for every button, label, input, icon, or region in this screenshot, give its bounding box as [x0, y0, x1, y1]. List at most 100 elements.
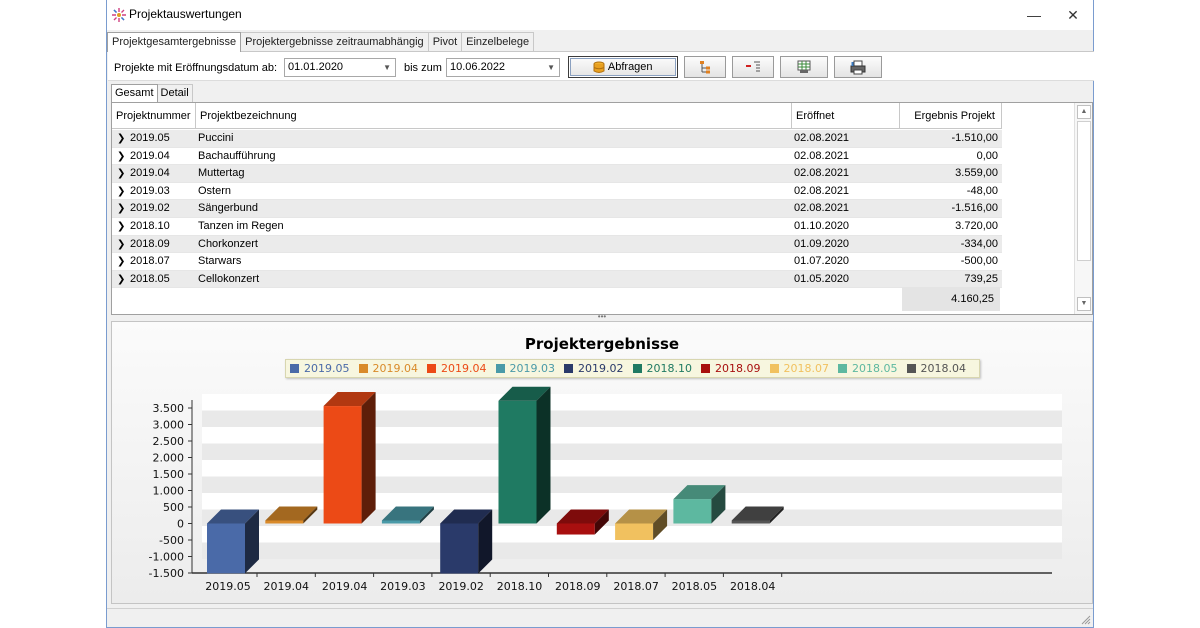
bar-2019.04-side: [361, 392, 376, 524]
print-button[interactable]: [834, 56, 882, 78]
legend-label: 2019.04: [441, 362, 487, 375]
expand-row-chevron-icon[interactable]: ❯: [117, 271, 125, 288]
cell-ergebnis: -334,00: [960, 237, 998, 250]
table-row[interactable]: ❯ 2019.02 Sängerbund 02.08.2021 -1.516,00: [112, 200, 1002, 218]
abfragen-button[interactable]: Abfragen: [568, 56, 678, 78]
to-date-picker[interactable]: 10.06.2022 ▼: [446, 58, 560, 77]
filter-toolbar: Projekte mit Eröffnungsdatum ab: 01.01.2…: [108, 51, 1094, 81]
expand-row-chevron-icon[interactable]: ❯: [117, 165, 125, 182]
tab-projektergebnisse-zeitraum[interactable]: Projektergebnisse zeitraumabhängig: [240, 32, 429, 51]
subtab-detail[interactable]: Detail: [156, 84, 193, 102]
cell-eroeffnet: 01.07.2020: [794, 255, 850, 268]
chart-title: Projektergebnisse: [524, 335, 680, 353]
table-row[interactable]: ❯ 2018.10 Tanzen im Regen 01.10.2020 3.720,0…: [112, 218, 1002, 236]
main-tabs: Projektgesamtergebnisse Projektergebniss…: [107, 32, 535, 52]
column-header-eroeffnet[interactable]: Eröffnet: [792, 103, 900, 129]
tab-projektgesamtergebnisse[interactable]: Projektgesamtergebnisse: [107, 32, 242, 52]
scroll-up-icon[interactable]: ▲: [1077, 105, 1091, 119]
expand-row-chevron-icon[interactable]: ❯: [117, 218, 125, 235]
chevron-down-icon[interactable]: ▼: [547, 59, 555, 76]
x-tick-label: 2019.04: [264, 580, 310, 593]
results-grid[interactable]: Projektnummer Projektbezeichnung Eröffne…: [111, 102, 1093, 315]
cell-projektnummer: 2019.04: [130, 149, 170, 162]
cell-projektnummer: 2018.07: [130, 255, 170, 268]
table-row[interactable]: ❯ 2019.05 Puccini 02.08.2021 -1.510,00: [112, 130, 1002, 148]
cell-projektbezeichnung: Muttertag: [198, 167, 245, 180]
legend-item: 2018.05: [838, 362, 898, 375]
column-header-projektbezeichnung[interactable]: Projektbezeichnung: [196, 103, 792, 129]
from-date-value: 01.01.2020: [288, 61, 344, 73]
table-row[interactable]: ❯ 2018.05 Cellokonzert 01.05.2020 739,25: [112, 270, 1002, 289]
legend-label: 2018.09: [715, 362, 761, 375]
expand-row-chevron-icon[interactable]: ❯: [117, 253, 125, 270]
total-sum: 4.160,25: [902, 287, 1000, 311]
from-date-label: Projekte mit Eröffnungsdatum ab:: [114, 62, 278, 74]
table-row[interactable]: ❯ 2018.09 Chorkonzert 01.09.2020 -334,00: [112, 235, 1002, 254]
grid-band: [202, 542, 1062, 559]
expand-row-chevron-icon[interactable]: ❯: [117, 183, 125, 200]
cell-projektnummer: 2018.05: [130, 272, 170, 285]
vertical-scrollbar[interactable]: ▲ ▼: [1074, 103, 1092, 314]
cell-ergebnis: 3.559,00: [955, 167, 998, 180]
y-tick-label: 500: [163, 501, 184, 514]
legend-swatch: [838, 364, 847, 373]
cell-projektnummer: 2019.02: [130, 202, 170, 215]
expand-all-button[interactable]: [684, 56, 726, 78]
legend-label: 2018.10: [646, 362, 693, 375]
legend-label: 2019.02: [578, 362, 624, 375]
table-row[interactable]: ❯ 2018.07 Starwars 01.07.2020 -500,00: [112, 253, 1002, 271]
table-row[interactable]: ❯ 2019.04 Muttertag 02.08.2021 3.559,00: [112, 165, 1002, 183]
database-icon: [593, 61, 605, 73]
cell-projektbezeichnung: Chorkonzert: [198, 237, 258, 250]
expand-row-chevron-icon[interactable]: ❯: [117, 148, 125, 165]
bar-2019.04-front: [323, 406, 362, 524]
y-tick-label: 1.000: [153, 485, 185, 498]
abfragen-label: Abfragen: [607, 61, 653, 73]
expand-row-chevron-icon[interactable]: ❯: [117, 130, 125, 147]
tree-expand-icon: [700, 61, 710, 74]
tab-einzelbelege[interactable]: Einzelbelege: [461, 32, 535, 51]
legend-swatch: [564, 364, 573, 373]
y-tick-label: 3.500: [153, 402, 185, 415]
title-bar[interactable]: Projektauswertungen — ✕: [107, 0, 1093, 30]
application-window: Projektauswertungen — ✕ Projektgesamterg…: [106, 0, 1094, 628]
cell-ergebnis: -1.516,00: [951, 202, 998, 215]
subtab-gesamt[interactable]: Gesamt: [111, 84, 158, 102]
x-tick-label: 2019.02: [438, 580, 484, 593]
scroll-down-icon[interactable]: ▼: [1077, 297, 1091, 311]
table-row[interactable]: ❯ 2019.03 Ostern 02.08.2021 -48,00: [112, 183, 1002, 201]
from-date-picker[interactable]: 01.01.2020 ▼: [284, 58, 396, 77]
bar-2019.05-front: [207, 523, 245, 574]
column-header-projektnummer[interactable]: Projektnummer: [112, 103, 196, 129]
cell-projektbezeichnung: Cellokonzert: [198, 272, 260, 285]
bar-2018.10-side: [536, 386, 551, 524]
expand-row-chevron-icon[interactable]: ❯: [117, 200, 125, 217]
cell-ergebnis: -500,00: [960, 255, 998, 268]
x-tick-label: 2018.10: [497, 580, 543, 593]
collapse-all-button[interactable]: [732, 56, 774, 78]
expand-row-chevron-icon[interactable]: ❯: [117, 236, 125, 253]
close-button[interactable]: ✕: [1058, 4, 1088, 26]
legend-item: 2018.10: [632, 362, 693, 375]
status-bar: [107, 608, 1093, 627]
chevron-down-icon[interactable]: ▼: [383, 59, 391, 76]
legend-swatch: [769, 364, 779, 373]
cell-projektbezeichnung: Bachaufführung: [198, 149, 276, 162]
cell-ergebnis: 739,25: [964, 272, 998, 285]
cell-projektbezeichnung: Puccini: [198, 132, 234, 144]
minimize-button[interactable]: —: [1019, 4, 1049, 26]
cell-eroeffnet: 01.10.2020: [794, 219, 850, 232]
bar-2018.05-front: [673, 499, 712, 524]
scroll-thumb[interactable]: [1077, 121, 1091, 261]
tab-pivot[interactable]: Pivot: [427, 32, 463, 51]
legend-swatch: [701, 364, 710, 373]
column-header-ergebnis[interactable]: Ergebnis Projekt: [900, 103, 1002, 129]
sub-tabs: Gesamt Detail: [111, 84, 193, 102]
cell-ergebnis: 0,00: [976, 149, 998, 162]
bar-2019.04-front: [265, 520, 304, 524]
cell-projektnummer: 2019.04: [130, 167, 170, 180]
table-row[interactable]: ❯ 2019.04 Bachaufführung 02.08.2021 0,00: [112, 148, 1002, 166]
export-grid-button[interactable]: [780, 56, 828, 78]
y-tick-label: 2.000: [153, 452, 185, 465]
resize-grip-icon[interactable]: [1081, 615, 1091, 625]
